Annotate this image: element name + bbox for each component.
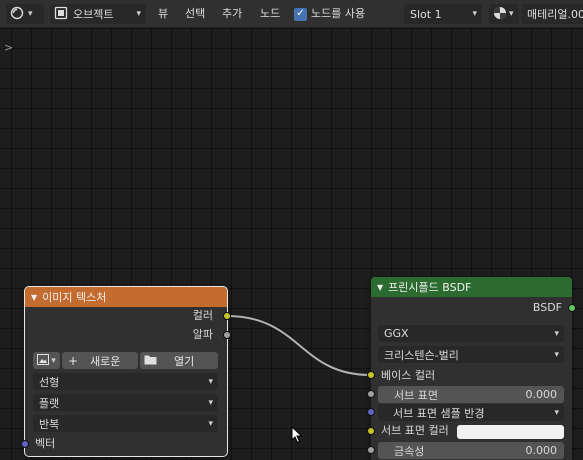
metallic-value: 0.000 <box>525 444 558 457</box>
interpolation-value: 선형 <box>39 375 60 389</box>
extension-dropdown[interactable]: 반복 ▾ <box>33 415 218 432</box>
folder-icon <box>144 354 157 368</box>
subsurface-value: 0.000 <box>525 388 558 401</box>
input-vector-label: 벡터 <box>35 437 56 450</box>
mouse-cursor-icon <box>291 425 303 447</box>
input-vector-socket[interactable] <box>21 440 29 448</box>
output-alpha-socket[interactable] <box>223 331 231 339</box>
metallic-slider[interactable]: 금속성 0.000 <box>378 442 564 459</box>
extension-value: 반복 <box>39 417 60 431</box>
image-browse-button[interactable]: ▾ <box>33 352 60 369</box>
output-bsdf-label: BSDF <box>532 301 562 314</box>
output-bsdf-socket[interactable] <box>568 304 576 312</box>
subsurface-radius-label: 서브 표면 샘플 반경 <box>393 406 485 420</box>
subsurface-label: 서브 표면 <box>394 388 438 402</box>
image-texture-node[interactable]: ▼ 이미지 텍스처 컬러 알파 ▾ + 새로운 열기 선형 ▾ 플랫 ▾ 반복 <box>24 286 228 457</box>
principled-bsdf-node[interactable]: ▼ 프린시플드 BSDF BSDF GGX ▾ 크리스텐슨-벌리 ▾ 베이스 컬… <box>371 277 572 460</box>
subsurface-radius-dropdown[interactable]: 서브 표면 샘플 반경 ▾ <box>378 404 564 421</box>
chevron-down-icon: ▾ <box>208 418 213 429</box>
subsurface-slider[interactable]: 서브 표면 0.000 <box>378 386 564 403</box>
input-subsurface-radius-socket[interactable] <box>367 408 375 416</box>
new-image-label: 새로운 <box>90 354 121 368</box>
subsurface-method-dropdown[interactable]: 크리스텐슨-벌리 ▾ <box>378 346 564 363</box>
chevron-down-icon: ▾ <box>554 328 559 339</box>
chevron-down-icon: ▾ <box>208 397 213 408</box>
input-subsurface-color-socket[interactable] <box>367 427 375 435</box>
input-base-color-label: 베이스 컬러 <box>381 369 436 382</box>
node-title: 프린시플드 BSDF <box>388 281 472 294</box>
open-image-button[interactable]: 열기 <box>140 352 218 369</box>
output-color-socket[interactable] <box>223 312 231 320</box>
distribution-dropdown[interactable]: GGX ▾ <box>378 325 564 342</box>
collapse-arrow-icon[interactable]: ▼ <box>377 283 383 292</box>
node-header[interactable]: ▼ 프린시플드 BSDF <box>371 277 572 297</box>
chevron-down-icon: ▾ <box>51 355 56 366</box>
output-color-label: 컬러 <box>192 309 213 322</box>
subsurface-color-label: 서브 표면 컬러 <box>381 424 449 437</box>
subsurface-color-swatch[interactable] <box>457 425 564 439</box>
projection-dropdown[interactable]: 플랫 ▾ <box>33 394 218 411</box>
image-icon <box>37 353 50 368</box>
metallic-label: 금속성 <box>394 444 425 458</box>
interpolation-dropdown[interactable]: 선형 ▾ <box>33 373 218 390</box>
input-base-color-socket[interactable] <box>367 371 375 379</box>
output-alpha-label: 알파 <box>192 328 213 341</box>
input-metallic-socket[interactable] <box>367 446 375 454</box>
collapse-arrow-icon[interactable]: ▼ <box>31 293 37 302</box>
node-header[interactable]: ▼ 이미지 텍스처 <box>25 287 227 307</box>
chevron-down-icon: ▾ <box>554 407 559 418</box>
chevron-down-icon: ▾ <box>208 376 213 387</box>
plus-icon: + <box>68 353 79 368</box>
new-image-button[interactable]: + 새로운 <box>62 352 138 369</box>
subsurface-method-value: 크리스텐슨-벌리 <box>384 348 459 362</box>
open-image-label: 열기 <box>174 354 195 368</box>
chevron-down-icon: ▾ <box>554 349 559 360</box>
projection-value: 플랫 <box>39 396 60 410</box>
node-title: 이미지 텍스처 <box>42 291 107 304</box>
distribution-value: GGX <box>384 327 409 340</box>
input-subsurface-socket[interactable] <box>367 390 375 398</box>
